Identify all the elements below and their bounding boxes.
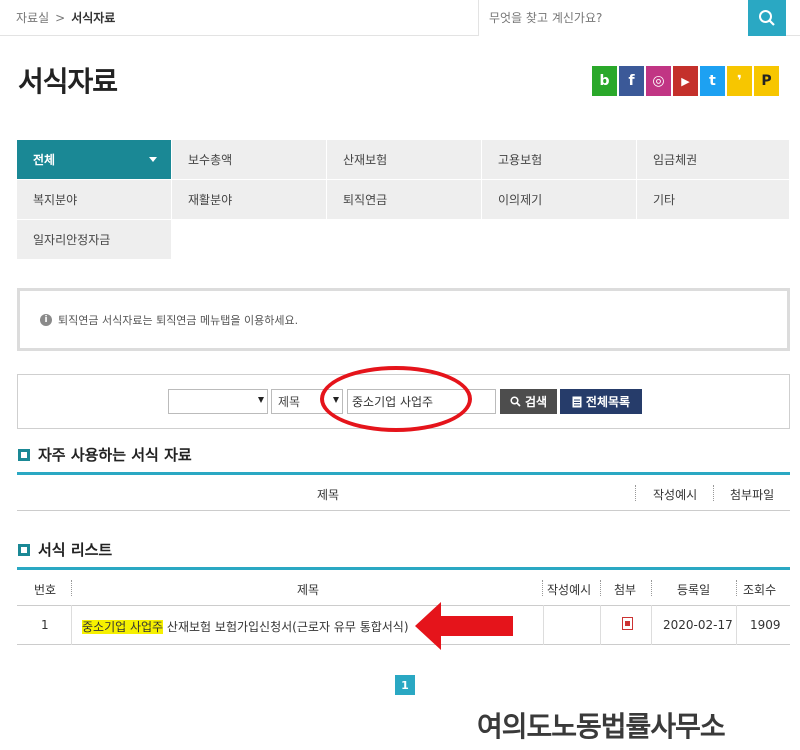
- col-attach: 첨부파일: [730, 488, 775, 502]
- divider: [71, 605, 72, 645]
- highlighted-keyword: 중소기업 사업주: [82, 620, 164, 634]
- notice-text: 퇴직연금 서식자료는 퇴직연금 메뉴탭을 이용하세요.: [58, 313, 299, 327]
- youtube-icon[interactable]: ▶: [673, 66, 698, 96]
- search-button[interactable]: 검색: [500, 389, 557, 414]
- divider: [651, 605, 652, 645]
- page-1-button[interactable]: 1: [395, 675, 415, 695]
- search-icon: [510, 396, 521, 407]
- facebook-icon[interactable]: f: [619, 66, 644, 96]
- breadcrumb-parent[interactable]: 자료실: [16, 9, 49, 26]
- row-date: 2020-02-17: [663, 618, 733, 632]
- frequent-table-header: 제목 작성예시 첨부파일: [17, 475, 790, 511]
- square-bullet-icon: [18, 543, 30, 556]
- list-table-header: 번호 제목 작성예시 첨부 등록일 조회수: [17, 570, 790, 606]
- divider: [736, 605, 737, 645]
- col-date: 등록일: [677, 583, 711, 597]
- divider: [635, 485, 636, 501]
- full-list-button[interactable]: 전체목록: [560, 389, 642, 414]
- social-links: b f ◎ ▶ t ❜ P: [592, 66, 779, 96]
- tab-label: 전체: [33, 153, 56, 167]
- top-bar: 자료실 > 서식자료: [0, 0, 800, 36]
- search-icon: [759, 10, 775, 26]
- row-views: 1909: [750, 618, 781, 632]
- caret-down-icon: [149, 157, 157, 162]
- divider: [736, 580, 737, 596]
- attachment-file-icon[interactable]: [622, 617, 633, 630]
- list-section-title: 서식 리스트: [18, 539, 112, 560]
- tab-job-stability-fund[interactable]: 일자리안정자금: [17, 220, 172, 259]
- col-views: 조회수: [743, 583, 777, 597]
- divider: [542, 580, 543, 596]
- watermark: 여의도노동법률사무소: [477, 710, 726, 743]
- divider: [543, 605, 544, 645]
- tab-etc[interactable]: 기타: [637, 180, 790, 219]
- category-tabs: 전체 보수총액 산재보험 고용보험 임금체권 복지분야 재활분야 퇴직연금 이의…: [17, 140, 790, 259]
- col-title: 제목: [317, 488, 340, 502]
- divider: [600, 605, 601, 645]
- post-icon[interactable]: P: [754, 66, 779, 96]
- tab-industrial-accident[interactable]: 산재보험: [327, 140, 482, 179]
- search-button-label: 검색: [524, 395, 548, 409]
- frequent-title-text: 자주 사용하는 서식 자료: [38, 446, 192, 464]
- divider: [713, 485, 714, 501]
- site-search-button[interactable]: [748, 0, 786, 36]
- category-select[interactable]: [168, 389, 268, 414]
- row-no: 1: [41, 618, 49, 632]
- col-attach: 첨부: [614, 583, 637, 597]
- site-search-input[interactable]: [479, 0, 748, 36]
- kakaostory-icon[interactable]: ❜: [727, 66, 752, 96]
- square-bullet-icon: [18, 448, 30, 461]
- annotation-circle: [320, 366, 472, 432]
- full-list-button-label: 전체목록: [585, 395, 631, 409]
- divider: [71, 580, 72, 596]
- info-icon: i: [40, 313, 52, 326]
- tab-employment-insurance[interactable]: 고용보험: [482, 140, 637, 179]
- breadcrumb-current: 서식자료: [71, 11, 116, 25]
- breadcrumb: 자료실 > 서식자료: [16, 9, 115, 26]
- divider: [651, 580, 652, 596]
- instagram-icon[interactable]: ◎: [646, 66, 671, 96]
- annotation-arrow-icon: [415, 602, 513, 650]
- tab-rehabilitation[interactable]: 재활분야: [172, 180, 327, 219]
- col-example: 작성예시: [653, 488, 698, 502]
- tab-retirement-pension[interactable]: 퇴직연금: [327, 180, 482, 219]
- divider: [600, 580, 601, 596]
- blog-icon[interactable]: b: [592, 66, 617, 96]
- site-search: [478, 0, 748, 36]
- breadcrumb-separator: >: [55, 10, 66, 25]
- table-row[interactable]: 1 중소기업 사업주 산재보험 보험가입신청서(근로자 유무 통합서식) 202…: [17, 605, 790, 645]
- tab-welfare[interactable]: 복지분야: [17, 180, 172, 219]
- notice-box: i 퇴직연금 서식자료는 퇴직연금 메뉴탭을 이용하세요.: [17, 288, 790, 351]
- field-select-value: 제목: [278, 395, 301, 409]
- dropdown-arrow-icon: [258, 397, 264, 403]
- tab-remuneration-total[interactable]: 보수총액: [172, 140, 327, 179]
- tab-all[interactable]: 전체: [17, 140, 172, 179]
- row-title-rest: 산재보험 보험가입신청서(근로자 유무 통합서식): [163, 620, 409, 634]
- frequent-section-title: 자주 사용하는 서식 자료: [18, 444, 192, 465]
- row-title-link[interactable]: 중소기업 사업주 산재보험 보험가입신청서(근로자 유무 통합서식): [82, 618, 409, 635]
- col-example: 작성예시: [547, 583, 592, 597]
- tab-objection[interactable]: 이의제기: [482, 180, 637, 219]
- list-title-text: 서식 리스트: [38, 541, 113, 559]
- twitter-icon[interactable]: t: [700, 66, 725, 96]
- tab-wage-claim[interactable]: 임금체권: [637, 140, 790, 179]
- col-title: 제목: [297, 583, 320, 597]
- col-no: 번호: [34, 583, 57, 597]
- document-icon: [572, 396, 582, 407]
- page-title: 서식자료: [18, 65, 118, 98]
